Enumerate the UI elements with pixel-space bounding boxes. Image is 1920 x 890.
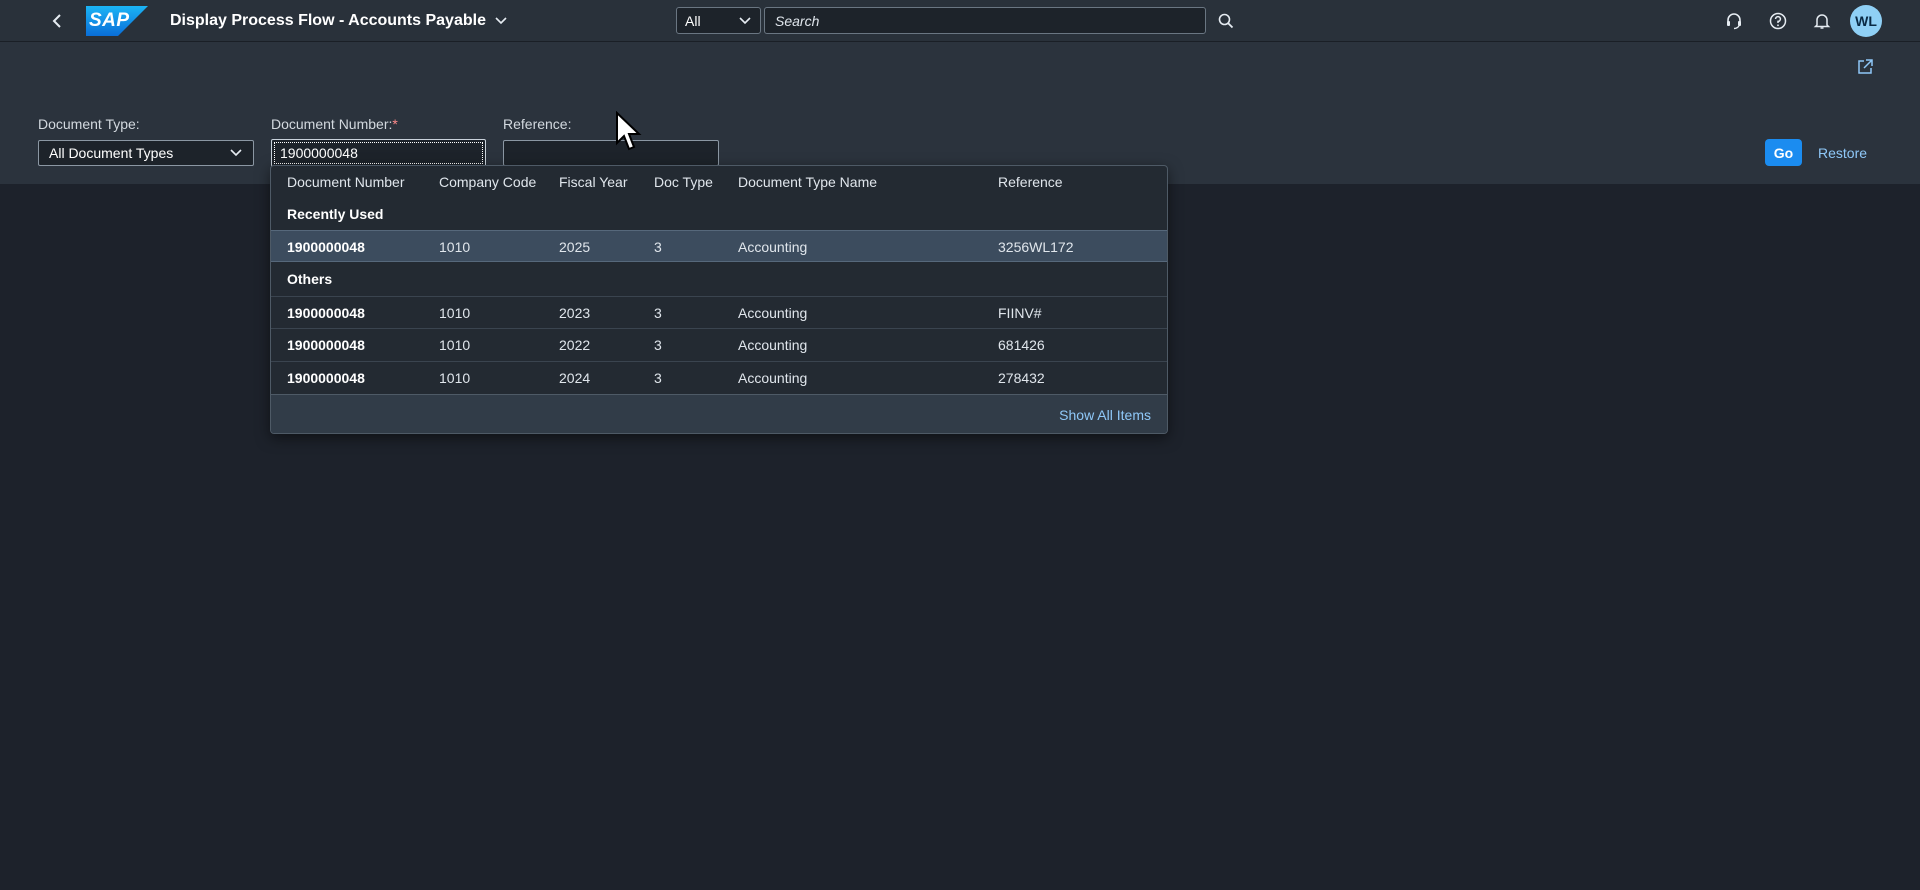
mouse-pointer-icon xyxy=(616,111,642,151)
document-number-label: Document Number:* xyxy=(271,116,398,132)
group-header-recently-used: Recently Used xyxy=(271,198,1167,230)
search-button[interactable] xyxy=(1214,9,1238,33)
share-button[interactable] xyxy=(1854,56,1876,78)
reference-input[interactable] xyxy=(503,140,719,166)
column-header: Document Type Name xyxy=(738,174,878,190)
chevron-down-icon xyxy=(230,149,242,157)
user-initials: WL xyxy=(1855,13,1877,29)
reference-label: Reference: xyxy=(503,116,572,132)
suggestion-row[interactable]: 1900000048 1010 2022 3 Accounting 681426 xyxy=(271,328,1167,360)
cell-doc-type: 3 xyxy=(654,239,662,255)
document-type-select[interactable]: All Document Types xyxy=(38,140,254,166)
shell-bar: SAP Display Process Flow - Accounts Paya… xyxy=(0,0,1920,42)
sap-logo[interactable]: SAP xyxy=(86,6,148,36)
go-button[interactable]: Go xyxy=(1765,139,1802,166)
chevron-down-icon xyxy=(495,17,507,25)
column-header: Company Code xyxy=(439,174,537,190)
search-input[interactable] xyxy=(764,7,1206,34)
suggestion-row[interactable]: 1900000048 1010 2023 3 Accounting FIINV# xyxy=(271,296,1167,328)
suggestions-footer: Show All Items xyxy=(271,394,1167,433)
cell-company-code: 1010 xyxy=(439,370,471,386)
cell-doc-type-name: Accounting xyxy=(738,305,808,321)
show-all-items-button[interactable]: Show All Items xyxy=(1059,407,1151,423)
help-button[interactable] xyxy=(1765,8,1791,34)
notifications-button[interactable] xyxy=(1809,8,1835,34)
cell-doc-type-name: Accounting xyxy=(738,370,808,386)
cell-reference: 278432 xyxy=(998,370,1045,386)
cell-doc-type: 3 xyxy=(654,337,662,353)
cell-doc-type-name: Accounting xyxy=(738,337,808,353)
sap-logo-text: SAP xyxy=(89,10,130,31)
bell-icon xyxy=(1813,14,1831,29)
document-number-suggestions: Document Number Company Code Fiscal Year… xyxy=(270,165,1168,434)
cell-document-number: 1900000048 xyxy=(287,370,365,386)
share-icon xyxy=(1858,59,1873,74)
document-number-label-text: Document Number: xyxy=(271,116,393,132)
suggestion-row[interactable]: 1900000048 1010 2025 3 Accounting 3256WL… xyxy=(271,230,1167,262)
search-scope-value: All xyxy=(685,12,701,29)
cell-company-code: 1010 xyxy=(439,239,471,255)
chevron-down-icon xyxy=(739,16,751,24)
cell-fiscal-year: 2022 xyxy=(559,337,591,353)
app-title: Display Process Flow - Accounts Payable xyxy=(170,12,486,29)
support-button[interactable] xyxy=(1721,8,1747,34)
column-header: Fiscal Year xyxy=(559,174,628,190)
group-header-others: Others xyxy=(271,263,1167,295)
cell-document-number: 1900000048 xyxy=(287,337,365,353)
cell-doc-type: 3 xyxy=(654,370,662,386)
cell-company-code: 1010 xyxy=(439,305,471,321)
chevron-left-icon xyxy=(52,14,61,28)
search-icon xyxy=(1218,13,1234,29)
cell-document-number: 1900000048 xyxy=(287,305,365,321)
cell-reference: FIINV# xyxy=(998,305,1042,321)
column-header: Doc Type xyxy=(654,174,713,190)
cell-reference: 3256WL172 xyxy=(998,239,1074,255)
headset-icon xyxy=(1727,13,1741,30)
cell-reference: 681426 xyxy=(998,337,1045,353)
cell-company-code: 1010 xyxy=(439,337,471,353)
cell-fiscal-year: 2024 xyxy=(559,370,591,386)
cell-document-number: 1900000048 xyxy=(287,239,365,255)
restore-button[interactable]: Restore xyxy=(1812,139,1872,166)
suggestion-row[interactable]: 1900000048 1010 2024 3 Accounting 278432 xyxy=(271,361,1167,393)
required-marker: * xyxy=(392,116,398,132)
document-number-input[interactable] xyxy=(271,139,486,167)
document-type-value: All Document Types xyxy=(49,145,174,161)
cell-fiscal-year: 2023 xyxy=(559,305,591,321)
suggestions-header-row: Document Number Company Code Fiscal Year… xyxy=(271,166,1167,198)
column-header: Document Number xyxy=(287,174,405,190)
user-avatar[interactable]: WL xyxy=(1850,5,1882,37)
help-icon xyxy=(1769,12,1787,30)
app-title-menu[interactable]: Display Process Flow - Accounts Payable xyxy=(170,11,508,31)
cell-fiscal-year: 2025 xyxy=(559,239,591,255)
search-scope-select[interactable]: All xyxy=(676,7,761,34)
cell-doc-type: 3 xyxy=(654,305,662,321)
back-button[interactable] xyxy=(44,8,70,34)
group-label: Others xyxy=(287,271,333,287)
column-header: Reference xyxy=(998,174,1063,190)
document-type-label: Document Type: xyxy=(38,116,140,132)
group-label: Recently Used xyxy=(287,206,384,222)
cell-doc-type-name: Accounting xyxy=(738,239,808,255)
